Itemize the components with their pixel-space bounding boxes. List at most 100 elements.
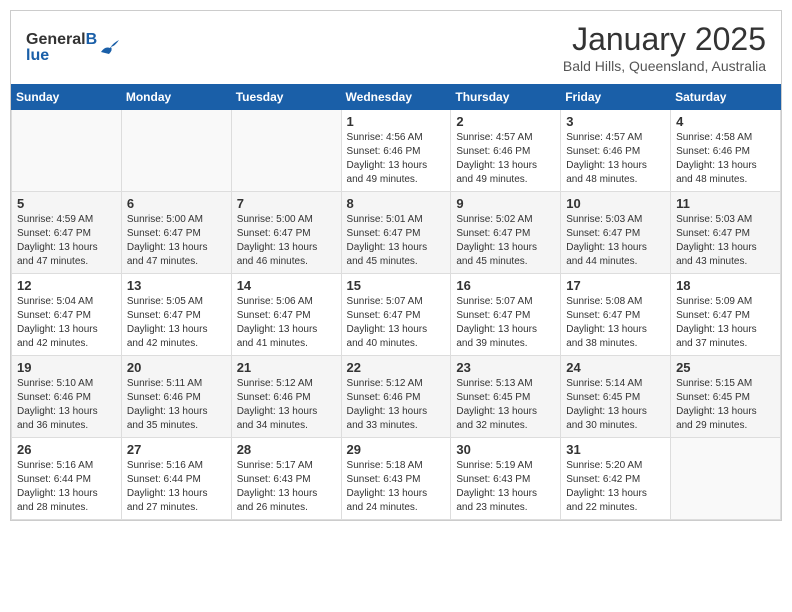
calendar-cell-w5-d3: 28 Sunrise: 5:17 AM Sunset: 6:43 PM Dayli…	[231, 438, 341, 520]
calendar-cell-w2-d1: 5 Sunrise: 4:59 AM Sunset: 6:47 PM Daylig…	[12, 192, 122, 274]
day-number: 7	[237, 196, 336, 211]
logo-blue: lue	[26, 48, 97, 64]
calendar-cell-w4-d4: 22 Sunrise: 5:12 AM Sunset: 6:46 PM Dayli…	[341, 356, 451, 438]
day-info: Sunrise: 4:57 AM Sunset: 6:46 PM Dayligh…	[566, 131, 665, 187]
calendar-cell-w3-d6: 17 Sunrise: 5:08 AM Sunset: 6:47 PM Dayli…	[561, 274, 671, 356]
calendar-cell-w2-d6: 10 Sunrise: 5:03 AM Sunset: 6:47 PM Dayli…	[561, 192, 671, 274]
day-number: 12	[17, 278, 116, 293]
day-number: 17	[566, 278, 665, 293]
day-number: 10	[566, 196, 665, 211]
day-info: Sunrise: 5:09 AM Sunset: 6:47 PM Dayligh…	[676, 295, 775, 351]
calendar-cell-w3-d2: 13 Sunrise: 5:05 AM Sunset: 6:47 PM Dayli…	[121, 274, 231, 356]
calendar-cell-w1-d5: 2Sunrise: 4:57 AM Sunset: 6:46 PM Daylig…	[451, 110, 561, 192]
col-monday: Monday	[121, 85, 231, 110]
day-number: 14	[237, 278, 336, 293]
day-info: Sunrise: 4:58 AM Sunset: 6:46 PM Dayligh…	[676, 131, 775, 187]
calendar-cell-w4-d7: 25Sunrise: 5:15 AM Sunset: 6:45 PM Dayli…	[671, 356, 781, 438]
day-info: Sunrise: 5:07 AM Sunset: 6:47 PM Dayligh…	[456, 295, 555, 351]
day-number: 31	[566, 442, 665, 457]
calendar-cell-w2-d3: 7 Sunrise: 5:00 AM Sunset: 6:47 PM Daylig…	[231, 192, 341, 274]
logo-blue-b: B	[86, 31, 98, 48]
logo-general: General	[26, 31, 86, 48]
day-number: 9	[456, 196, 555, 211]
calendar-cell-w4-d5: 23 Sunrise: 5:13 AM Sunset: 6:45 PM Dayli…	[451, 356, 561, 438]
calendar-cell-w1-d1	[12, 110, 122, 192]
day-info: Sunrise: 5:03 AM Sunset: 6:47 PM Dayligh…	[566, 213, 665, 269]
logo-line1: GeneralB	[26, 32, 97, 48]
col-wednesday: Wednesday	[341, 85, 451, 110]
day-info: Sunrise: 5:00 AM Sunset: 6:47 PM Dayligh…	[127, 213, 226, 269]
day-info: Sunrise: 5:04 AM Sunset: 6:47 PM Dayligh…	[17, 295, 116, 351]
day-info: Sunrise: 5:02 AM Sunset: 6:47 PM Dayligh…	[456, 213, 555, 269]
day-number: 19	[17, 360, 116, 375]
calendar-cell-w3-d4: 15 Sunrise: 5:07 AM Sunset: 6:47 PM Dayli…	[341, 274, 451, 356]
day-number: 25	[676, 360, 775, 375]
logo: GeneralB lue	[26, 32, 121, 64]
calendar-cell-w1-d6: 3Sunrise: 4:57 AM Sunset: 6:46 PM Daylig…	[561, 110, 671, 192]
calendar-cell-w5-d6: 31Sunrise: 5:20 AM Sunset: 6:42 PM Dayli…	[561, 438, 671, 520]
calendar-cell-w1-d7: 4 Sunrise: 4:58 AM Sunset: 6:46 PM Daylig…	[671, 110, 781, 192]
day-info: Sunrise: 5:08 AM Sunset: 6:47 PM Dayligh…	[566, 295, 665, 351]
day-info: Sunrise: 5:17 AM Sunset: 6:43 PM Dayligh…	[237, 459, 336, 515]
calendar-cell-w3-d5: 16 Sunrise: 5:07 AM Sunset: 6:47 PM Dayli…	[451, 274, 561, 356]
calendar-cell-w5-d2: 27 Sunrise: 5:16 AM Sunset: 6:44 PM Dayli…	[121, 438, 231, 520]
col-sunday: Sunday	[12, 85, 122, 110]
calendar-cell-w1-d3	[231, 110, 341, 192]
day-number: 23	[456, 360, 555, 375]
day-info: Sunrise: 5:01 AM Sunset: 6:47 PM Dayligh…	[347, 213, 446, 269]
day-number: 15	[347, 278, 446, 293]
week-row-3: 12 Sunrise: 5:04 AM Sunset: 6:47 PM Dayli…	[12, 274, 781, 356]
calendar-cell-w4-d1: 19 Sunrise: 5:10 AM Sunset: 6:46 PM Dayli…	[12, 356, 122, 438]
day-number: 13	[127, 278, 226, 293]
day-info: Sunrise: 5:18 AM Sunset: 6:43 PM Dayligh…	[347, 459, 446, 515]
calendar-header: GeneralB lue January 2025 Bald Hills, Qu…	[11, 11, 781, 79]
logo-text: GeneralB lue	[26, 32, 97, 64]
day-info: Sunrise: 5:07 AM Sunset: 6:47 PM Dayligh…	[347, 295, 446, 351]
calendar-cell-w2-d2: 6 Sunrise: 5:00 AM Sunset: 6:47 PM Daylig…	[121, 192, 231, 274]
day-number: 30	[456, 442, 555, 457]
day-number: 1	[347, 114, 446, 129]
day-info: Sunrise: 5:13 AM Sunset: 6:45 PM Dayligh…	[456, 377, 555, 433]
col-tuesday: Tuesday	[231, 85, 341, 110]
calendar-cell-w3-d3: 14 Sunrise: 5:06 AM Sunset: 6:47 PM Dayli…	[231, 274, 341, 356]
subtitle: Bald Hills, Queensland, Australia	[563, 58, 766, 74]
calendar-table: Sunday Monday Tuesday Wednesday Thursday…	[11, 84, 781, 520]
day-number: 6	[127, 196, 226, 211]
day-number: 20	[127, 360, 226, 375]
calendar-cell-w3-d1: 12 Sunrise: 5:04 AM Sunset: 6:47 PM Dayli…	[12, 274, 122, 356]
day-info: Sunrise: 5:12 AM Sunset: 6:46 PM Dayligh…	[347, 377, 446, 433]
day-info: Sunrise: 5:10 AM Sunset: 6:46 PM Dayligh…	[17, 377, 116, 433]
day-info: Sunrise: 5:06 AM Sunset: 6:47 PM Dayligh…	[237, 295, 336, 351]
month-title: January 2025	[563, 21, 766, 58]
calendar-cell-w5-d7	[671, 438, 781, 520]
calendar-header-row: Sunday Monday Tuesday Wednesday Thursday…	[12, 85, 781, 110]
week-row-5: 26 Sunrise: 5:16 AM Sunset: 6:44 PM Dayli…	[12, 438, 781, 520]
day-number: 5	[17, 196, 116, 211]
day-number: 27	[127, 442, 226, 457]
week-row-2: 5 Sunrise: 4:59 AM Sunset: 6:47 PM Daylig…	[12, 192, 781, 274]
day-number: 21	[237, 360, 336, 375]
title-area: January 2025 Bald Hills, Queensland, Aus…	[563, 21, 766, 74]
day-info: Sunrise: 5:12 AM Sunset: 6:46 PM Dayligh…	[237, 377, 336, 433]
calendar-cell-w5-d5: 30 Sunrise: 5:19 AM Sunset: 6:43 PM Dayli…	[451, 438, 561, 520]
day-number: 26	[17, 442, 116, 457]
day-info: Sunrise: 4:59 AM Sunset: 6:47 PM Dayligh…	[17, 213, 116, 269]
day-number: 4	[676, 114, 775, 129]
week-row-1: 1Sunrise: 4:56 AM Sunset: 6:46 PM Daylig…	[12, 110, 781, 192]
day-number: 16	[456, 278, 555, 293]
day-number: 2	[456, 114, 555, 129]
calendar-cell-w1-d2	[121, 110, 231, 192]
calendar-cell-w4-d3: 21 Sunrise: 5:12 AM Sunset: 6:46 PM Dayli…	[231, 356, 341, 438]
calendar-cell-w2-d5: 9 Sunrise: 5:02 AM Sunset: 6:47 PM Daylig…	[451, 192, 561, 274]
day-info: Sunrise: 5:03 AM Sunset: 6:47 PM Dayligh…	[676, 213, 775, 269]
day-info: Sunrise: 5:14 AM Sunset: 6:45 PM Dayligh…	[566, 377, 665, 433]
day-info: Sunrise: 5:19 AM Sunset: 6:43 PM Dayligh…	[456, 459, 555, 515]
calendar-cell-w5-d1: 26Sunrise: 5:16 AM Sunset: 6:44 PM Dayli…	[12, 438, 122, 520]
day-info: Sunrise: 5:16 AM Sunset: 6:44 PM Dayligh…	[127, 459, 226, 515]
calendar-cell-w2-d4: 8Sunrise: 5:01 AM Sunset: 6:47 PM Daylig…	[341, 192, 451, 274]
day-number: 28	[237, 442, 336, 457]
day-info: Sunrise: 5:05 AM Sunset: 6:47 PM Dayligh…	[127, 295, 226, 351]
day-info: Sunrise: 5:00 AM Sunset: 6:47 PM Dayligh…	[237, 213, 336, 269]
day-number: 22	[347, 360, 446, 375]
calendar-cell-w2-d7: 11Sunrise: 5:03 AM Sunset: 6:47 PM Dayli…	[671, 192, 781, 274]
